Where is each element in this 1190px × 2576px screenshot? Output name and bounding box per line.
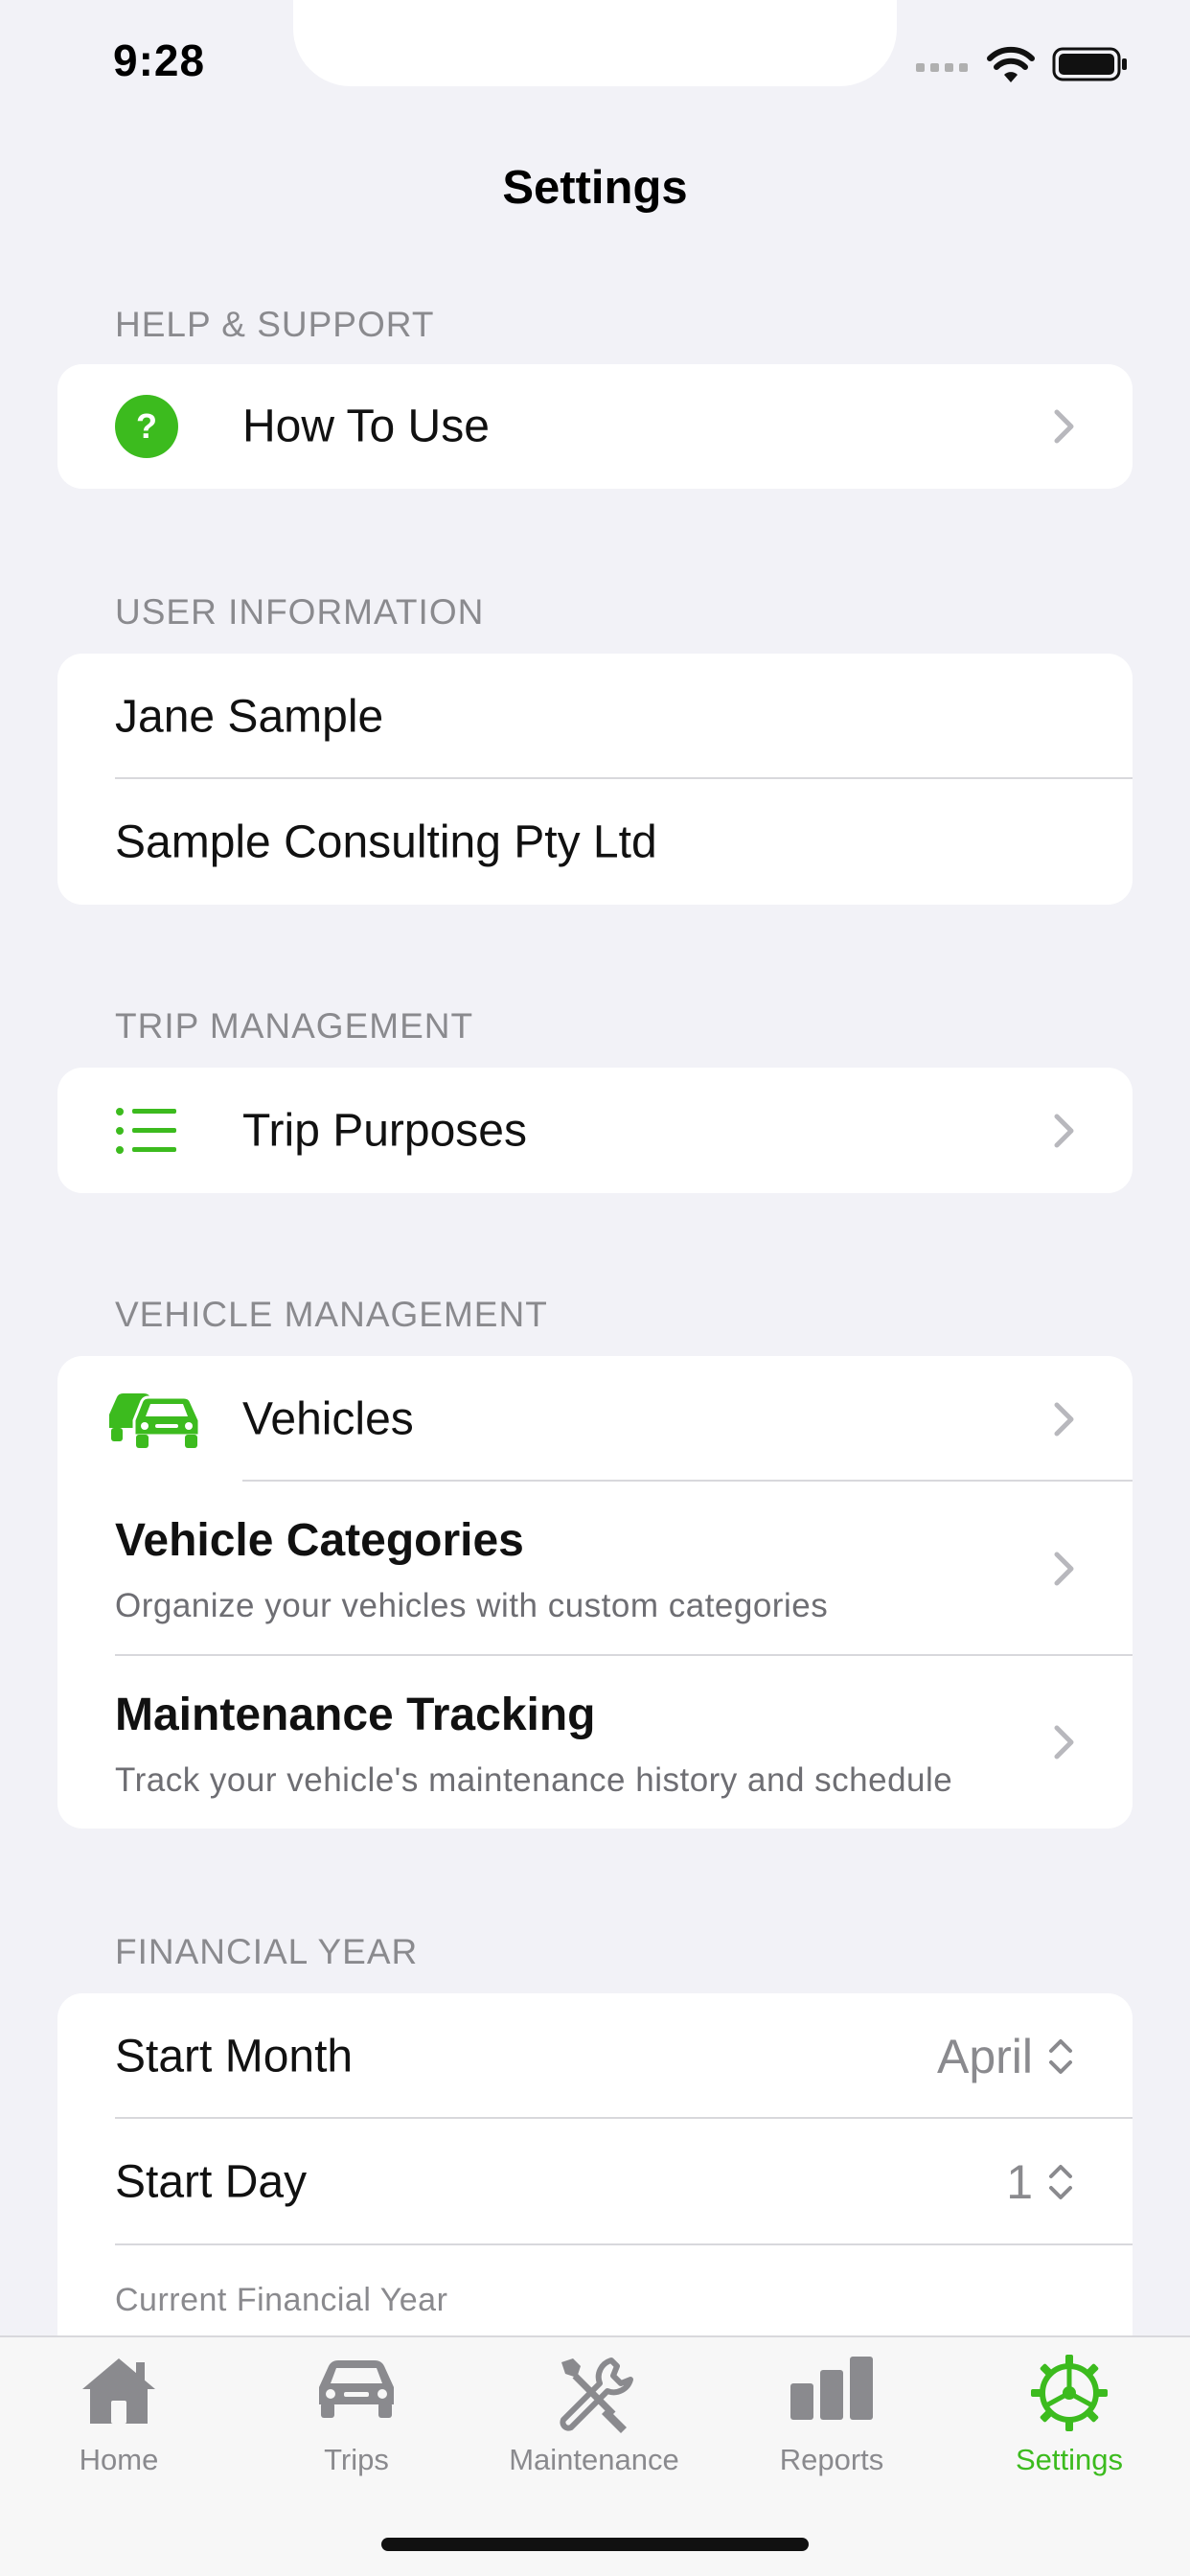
trip-card: Trip Purposes xyxy=(57,1068,1133,1193)
start-day-value[interactable]: 1 xyxy=(1006,2154,1033,2210)
user-name-row[interactable]: Jane Sample xyxy=(57,654,1133,779)
trip-purposes-label: Trip Purposes xyxy=(242,1105,527,1156)
chevron-right-icon xyxy=(1054,1552,1074,1586)
chevron-up-down-icon[interactable] xyxy=(1046,2161,1075,2203)
how-to-use-label: How To Use xyxy=(242,401,490,452)
current-financial-year-label: Current Financial Year xyxy=(115,2282,448,2318)
bar-chart-icon xyxy=(790,2357,873,2420)
chevron-right-icon xyxy=(1054,409,1074,444)
start-month-label: Start Month xyxy=(115,2031,354,2082)
cellular-signal-icon xyxy=(916,63,968,72)
chevron-up-down-icon[interactable] xyxy=(1046,2036,1075,2078)
vehicle-categories-title: Vehicle Categories xyxy=(115,1515,524,1566)
tab-maintenance-label: Maintenance xyxy=(509,2443,679,2476)
tab-settings-label: Settings xyxy=(1015,2443,1123,2476)
vehicle-card: Vehicles Vehicle Categories Organize you… xyxy=(57,1356,1133,1828)
tab-reports-label: Reports xyxy=(779,2443,884,2476)
maintenance-tracking-subtitle: Track your vehicle's maintenance history… xyxy=(115,1761,953,1799)
vehicles-label: Vehicles xyxy=(242,1393,414,1444)
tab-trips[interactable]: Trips xyxy=(238,2337,475,2510)
current-financial-year-row: Current Financial Year xyxy=(57,2245,1133,2341)
home-indicator xyxy=(381,2538,809,2551)
status-bar: 9:28 xyxy=(0,0,1190,134)
start-month-row[interactable]: Start Month April xyxy=(57,1993,1133,2119)
tab-trips-label: Trips xyxy=(324,2443,389,2476)
battery-icon xyxy=(1052,47,1127,81)
tab-home-label: Home xyxy=(79,2443,159,2476)
tools-icon xyxy=(560,2358,633,2433)
status-time: 9:28 xyxy=(113,35,206,85)
user-card: Jane Sample Sample Consulting Pty Ltd xyxy=(57,654,1133,905)
start-day-label: Start Day xyxy=(115,2156,308,2208)
tab-reports[interactable]: Reports xyxy=(713,2337,950,2510)
section-header-user: USER INFORMATION xyxy=(115,592,485,632)
chevron-right-icon xyxy=(1054,1402,1074,1436)
financial-card: Start Month April Start Day 1 Current Fi… xyxy=(57,1993,1133,2377)
chevron-right-icon xyxy=(1054,1114,1074,1147)
start-month-value[interactable]: April xyxy=(937,2029,1033,2084)
vehicle-categories-subtitle: Organize your vehicles with custom categ… xyxy=(115,1587,829,1624)
house-icon xyxy=(82,2358,155,2424)
cars-icon xyxy=(109,1392,201,1448)
car-icon xyxy=(319,2360,394,2418)
page-title: Settings xyxy=(502,162,688,214)
tab-maintenance[interactable]: Maintenance xyxy=(475,2337,713,2510)
vehicle-categories-row[interactable]: Vehicle Categories Organize your vehicle… xyxy=(57,1482,1133,1656)
gear-icon xyxy=(1031,2355,1108,2431)
settings-screen: 9:28 Settings HELP & SUPPORT ? How To Us… xyxy=(0,0,1190,2576)
help-card: ? How To Use xyxy=(57,364,1133,489)
how-to-use-row[interactable]: ? How To Use xyxy=(57,364,1133,489)
maintenance-tracking-row[interactable]: Maintenance Tracking Track your vehicle'… xyxy=(57,1656,1133,1828)
section-header-help: HELP & SUPPORT xyxy=(115,305,435,344)
tab-home[interactable]: Home xyxy=(0,2337,238,2510)
company-row[interactable]: Sample Consulting Pty Ltd xyxy=(57,779,1133,905)
chevron-right-icon xyxy=(1054,1725,1074,1760)
list-icon xyxy=(116,1107,176,1154)
wifi-icon xyxy=(987,46,1035,82)
section-header-trip: TRIP MANAGEMENT xyxy=(115,1006,474,1046)
user-name: Jane Sample xyxy=(115,691,384,742)
section-header-vehicle: VEHICLE MANAGEMENT xyxy=(115,1295,548,1334)
question-mark-icon: ? xyxy=(115,395,178,458)
device-notch xyxy=(293,0,897,86)
vehicles-row[interactable]: Vehicles xyxy=(57,1356,1133,1482)
company-name: Sample Consulting Pty Ltd xyxy=(115,816,657,867)
svg-text:?: ? xyxy=(136,406,157,446)
maintenance-tracking-title: Maintenance Tracking xyxy=(115,1690,596,1740)
start-day-row[interactable]: Start Day 1 xyxy=(57,2119,1133,2245)
tab-settings[interactable]: Settings xyxy=(950,2337,1188,2510)
trip-purposes-row[interactable]: Trip Purposes xyxy=(57,1068,1133,1193)
section-header-financial: FINANCIAL YEAR xyxy=(115,1932,419,1971)
